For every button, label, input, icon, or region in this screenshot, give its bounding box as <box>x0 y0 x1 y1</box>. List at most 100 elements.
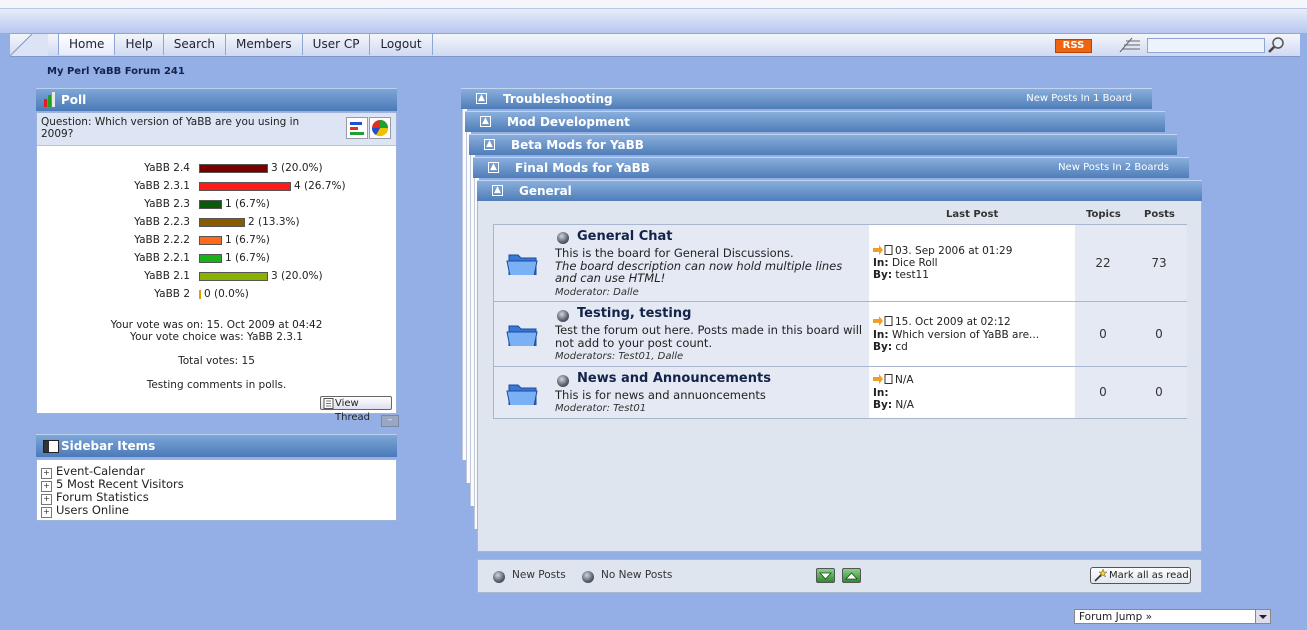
tab-members[interactable]: Members <box>226 34 303 55</box>
poll-option: YaBB 2.1 3 (20.0%) <box>37 269 397 287</box>
topics-cell: 0 <box>1075 367 1132 418</box>
in-label: In: <box>873 329 889 341</box>
forum-title[interactable]: My Perl YaBB Forum 241 <box>47 66 185 77</box>
pie-chart-view-button[interactable] <box>369 117 391 139</box>
forum-jump-select[interactable]: Forum Jump » <box>1074 609 1271 624</box>
last-post-topic[interactable]: Dice Roll <box>892 257 938 269</box>
mark-all-read-button[interactable]: Mark all as read <box>1090 567 1191 584</box>
poll-option: YaBB 2.2.2 1 (6.7%) <box>37 233 397 251</box>
poll-option-bar <box>199 164 268 173</box>
document-icon <box>323 398 334 409</box>
collapse-category-icon[interactable]: ▲ <box>480 116 491 127</box>
board-icon-cell <box>494 302 552 366</box>
last-post-topic[interactable]: Which version of YaBB are... <box>892 329 1039 341</box>
bar-chart-view-button[interactable] <box>346 117 368 139</box>
category-troubleshooting[interactable]: ▲ Troubleshooting New Posts In 1 Board <box>461 88 1152 109</box>
last-post-in[interactable]: In: Dice Roll <box>873 257 938 269</box>
search-icon[interactable] <box>1267 36 1285 54</box>
posts-count: 0 <box>1155 327 1163 341</box>
board-row: Testing, testing Test the forum out here… <box>493 301 1187 367</box>
last-post-cell: 03. Sep 2006 at 01:29 In: Dice Roll By: … <box>869 225 1076 301</box>
search-input[interactable] <box>1147 38 1265 53</box>
rss-button[interactable]: RSS <box>1055 39 1092 53</box>
board-moderators[interactable]: Moderator: Test01 <box>555 403 646 414</box>
tab-user-cp[interactable]: User CP <box>303 34 371 55</box>
last-post-date[interactable]: 03. Sep 2006 at 01:29 <box>873 245 1012 257</box>
category-title[interactable]: Beta Mods for YaBB <box>511 135 644 155</box>
poll-option-bar <box>199 236 222 245</box>
category-final-mods[interactable]: ▲ Final Mods for YaBB New Posts In 2 Boa… <box>473 157 1189 178</box>
category-new-posts-note: New Posts In 1 Board <box>1026 93 1132 104</box>
posts-cell: 0 <box>1131 302 1187 366</box>
poll-collapse-button[interactable]: – <box>381 415 399 427</box>
folder-icon[interactable] <box>506 249 540 275</box>
category-title[interactable]: Final Mods for YaBB <box>515 158 650 178</box>
sidebar-items-label: Sidebar Items <box>61 439 156 453</box>
poll-option-value: 1 (6.7%) <box>225 252 270 264</box>
collapse-all-button[interactable] <box>816 568 835 583</box>
in-label: In: <box>873 387 889 399</box>
posts-count: 0 <box>1155 385 1163 399</box>
folder-icon[interactable] <box>506 320 540 346</box>
new-posts-legend: New Posts <box>512 569 566 581</box>
sidebar-item-users-online[interactable]: + Users Online <box>41 503 129 518</box>
category-title[interactable]: Mod Development <box>507 112 630 132</box>
poll-option-value: 3 (20.0%) <box>271 270 323 282</box>
collapse-category-icon[interactable]: ▲ <box>488 162 499 173</box>
news-lines-icon[interactable] <box>1118 36 1142 53</box>
last-post-author[interactable]: test11 <box>895 269 929 281</box>
board-moderators[interactable]: Moderators: Test01, Dalle <box>555 351 683 362</box>
board-name[interactable]: Testing, testing <box>577 306 691 321</box>
poll-option-value: 2 (13.3%) <box>248 216 300 228</box>
poll-vote-date: Your vote was on: 15. Oct 2009 at 04:42 <box>110 319 323 331</box>
board-moderators[interactable]: Moderator: Dalle <box>555 287 639 298</box>
folder-icon[interactable] <box>506 379 540 405</box>
last-post-in[interactable]: In: Which version of YaBB are... <box>873 329 1039 341</box>
tab-help[interactable]: Help <box>115 34 164 55</box>
collapse-category-icon[interactable]: ▲ <box>476 93 487 104</box>
mark-all-read-label: Mark all as read <box>1109 570 1189 581</box>
expand-all-button[interactable] <box>842 568 861 583</box>
poll-option-bar <box>199 218 245 227</box>
poll-option: YaBB 2.3 1 (6.7%) <box>37 197 397 215</box>
tab-home[interactable]: Home <box>58 34 116 55</box>
poll-vote-choice: Your vote choice was: YaBB 2.3.1 <box>130 331 303 343</box>
last-post-author: N/A <box>895 399 914 411</box>
general-category-panel: Last Post Topics Posts General Chat This… <box>477 181 1202 552</box>
category-title[interactable]: General <box>519 181 572 201</box>
dropdown-arrow-icon[interactable] <box>1255 610 1270 623</box>
category-title[interactable]: Troubleshooting <box>503 89 613 109</box>
poll-chart-icon <box>44 92 55 107</box>
tab-logout[interactable]: Logout <box>370 34 433 55</box>
sidebar-item-label: Forum Statistics <box>56 490 149 504</box>
last-post-date[interactable]: 15. Oct 2009 at 02:12 <box>873 316 1011 328</box>
category-general[interactable]: ▲ General <box>477 180 1202 201</box>
poll-question: Question: Which version of YaBB are you … <box>41 116 300 140</box>
collapse-category-icon[interactable]: ▲ <box>484 139 495 150</box>
board-description-cell: General Chat This is the board for Gener… <box>551 225 870 301</box>
last-post-author[interactable]: cd <box>895 341 907 353</box>
poll-option-label: YaBB 2.4 <box>144 162 190 174</box>
category-beta-mods[interactable]: ▲ Beta Mods for YaBB <box>469 134 1177 155</box>
view-thread-button[interactable]: View Thread <box>320 396 392 423</box>
board-name[interactable]: News and Announcements <box>577 371 771 386</box>
topics-column-header: Topics <box>1086 209 1121 220</box>
forum-jump-label: Forum Jump » <box>1079 611 1153 623</box>
board-icon-cell <box>494 367 552 418</box>
collapse-category-icon[interactable]: ▲ <box>492 185 503 196</box>
sidebar-panel-icon <box>43 440 59 453</box>
last-post-by: By: cd <box>873 341 908 353</box>
tab-search[interactable]: Search <box>164 34 227 55</box>
pie-chart-icon <box>371 120 389 137</box>
no-new-posts-icon <box>582 571 594 583</box>
arrow-down-icon <box>819 572 832 580</box>
category-mod-development[interactable]: ▲ Mod Development <box>465 111 1165 132</box>
last-post-by: By: test11 <box>873 269 929 281</box>
board-name[interactable]: General Chat <box>577 229 673 244</box>
poll-option: YaBB 2.2.1 1 (6.7%) <box>37 251 397 269</box>
board-description-italic: The board description can now hold multi… <box>555 258 843 285</box>
board-row: General Chat This is the board for Gener… <box>493 224 1187 302</box>
board-legend-bar: New Posts No New Posts Mark all as read <box>477 559 1202 593</box>
poll-comment: Testing comments in polls. <box>146 379 287 391</box>
no-new-posts-icon <box>557 375 569 387</box>
